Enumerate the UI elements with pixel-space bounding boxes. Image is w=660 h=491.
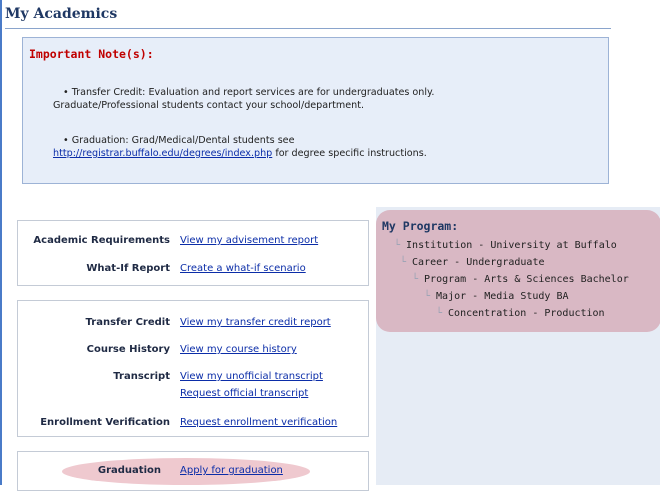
program-text: Program - Arts & Sciences Bachelor (424, 274, 629, 285)
tree-elbow-icon: └ (400, 257, 407, 268)
major-text: Major - Media Study BA (436, 291, 569, 302)
view-course-history-link[interactable]: View my course history (180, 344, 297, 355)
window-frame-left (0, 0, 2, 485)
program-tree-item: └ Major - Media Study BA (424, 291, 568, 302)
graduation-note-line1: • Graduation: Grad/Medical/Dental studen… (63, 135, 295, 146)
program-tree-item: └ Program - Arts & Sciences Bachelor (412, 274, 629, 285)
view-transfer-credit-report-link[interactable]: View my transfer credit report (180, 317, 331, 328)
what-if-report-label: What-If Report (86, 263, 170, 274)
enrollment-verification-label: Enrollment Verification (40, 417, 170, 428)
apply-for-graduation-link[interactable]: Apply for graduation (180, 465, 283, 476)
graduation-note: • Graduation: Grad/Medical/Dental studen… (53, 134, 427, 160)
transfer-note-line1: • Transfer Credit: Evaluation and report… (63, 87, 435, 98)
concentration-text: Concentration - Production (448, 308, 605, 319)
graduation-note-line2: http://registrar.buffalo.edu/degrees/ind… (53, 147, 427, 160)
request-official-transcript-link[interactable]: Request official transcript (180, 388, 308, 399)
transfer-credit-label: Transfer Credit (85, 317, 170, 328)
career-text: Career - Undergraduate (412, 257, 545, 268)
my-program-title: My Program: (382, 219, 459, 233)
institution-text: Institution - University at Buffalo (406, 240, 617, 251)
transfer-note-line2: Graduate/Professional students contact y… (53, 100, 365, 111)
program-tree-item: └ Institution - University at Buffalo (394, 240, 617, 251)
advisement-card: Academic Requirements View my advisement… (17, 220, 369, 286)
title-divider (5, 28, 611, 29)
academic-requirements-label: Academic Requirements (33, 235, 170, 246)
view-unofficial-transcript-link[interactable]: View my unofficial transcript (180, 371, 323, 382)
tree-elbow-icon: └ (436, 308, 443, 319)
transcript-label: Transcript (113, 371, 170, 382)
tree-elbow-icon: └ (424, 291, 431, 302)
records-card: Transfer Credit View my transfer credit … (17, 300, 369, 437)
notes-heading: Important Note(s): (29, 47, 154, 61)
program-tree-item: └ Career - Undergraduate (400, 257, 544, 268)
tree-elbow-icon: └ (412, 274, 419, 285)
program-tree-item: └ Concentration - Production (436, 308, 605, 319)
create-what-if-scenario-link[interactable]: Create a what-if scenario (180, 263, 306, 274)
graduation-note-suffix: for degree specific instructions. (272, 148, 427, 159)
course-history-label: Course History (86, 344, 170, 355)
transfer-credit-note: • Transfer Credit: Evaluation and report… (53, 86, 434, 112)
tree-elbow-icon: └ (394, 240, 401, 251)
page-title: My Academics (5, 6, 118, 22)
view-advisement-report-link[interactable]: View my advisement report (180, 235, 318, 246)
graduation-label: Graduation (97, 465, 161, 476)
important-notes-panel: Important Note(s): • Transfer Credit: Ev… (22, 37, 609, 184)
request-enrollment-verification-link[interactable]: Request enrollment verification (180, 417, 337, 428)
degrees-link[interactable]: http://registrar.buffalo.edu/degrees/ind… (53, 148, 272, 159)
